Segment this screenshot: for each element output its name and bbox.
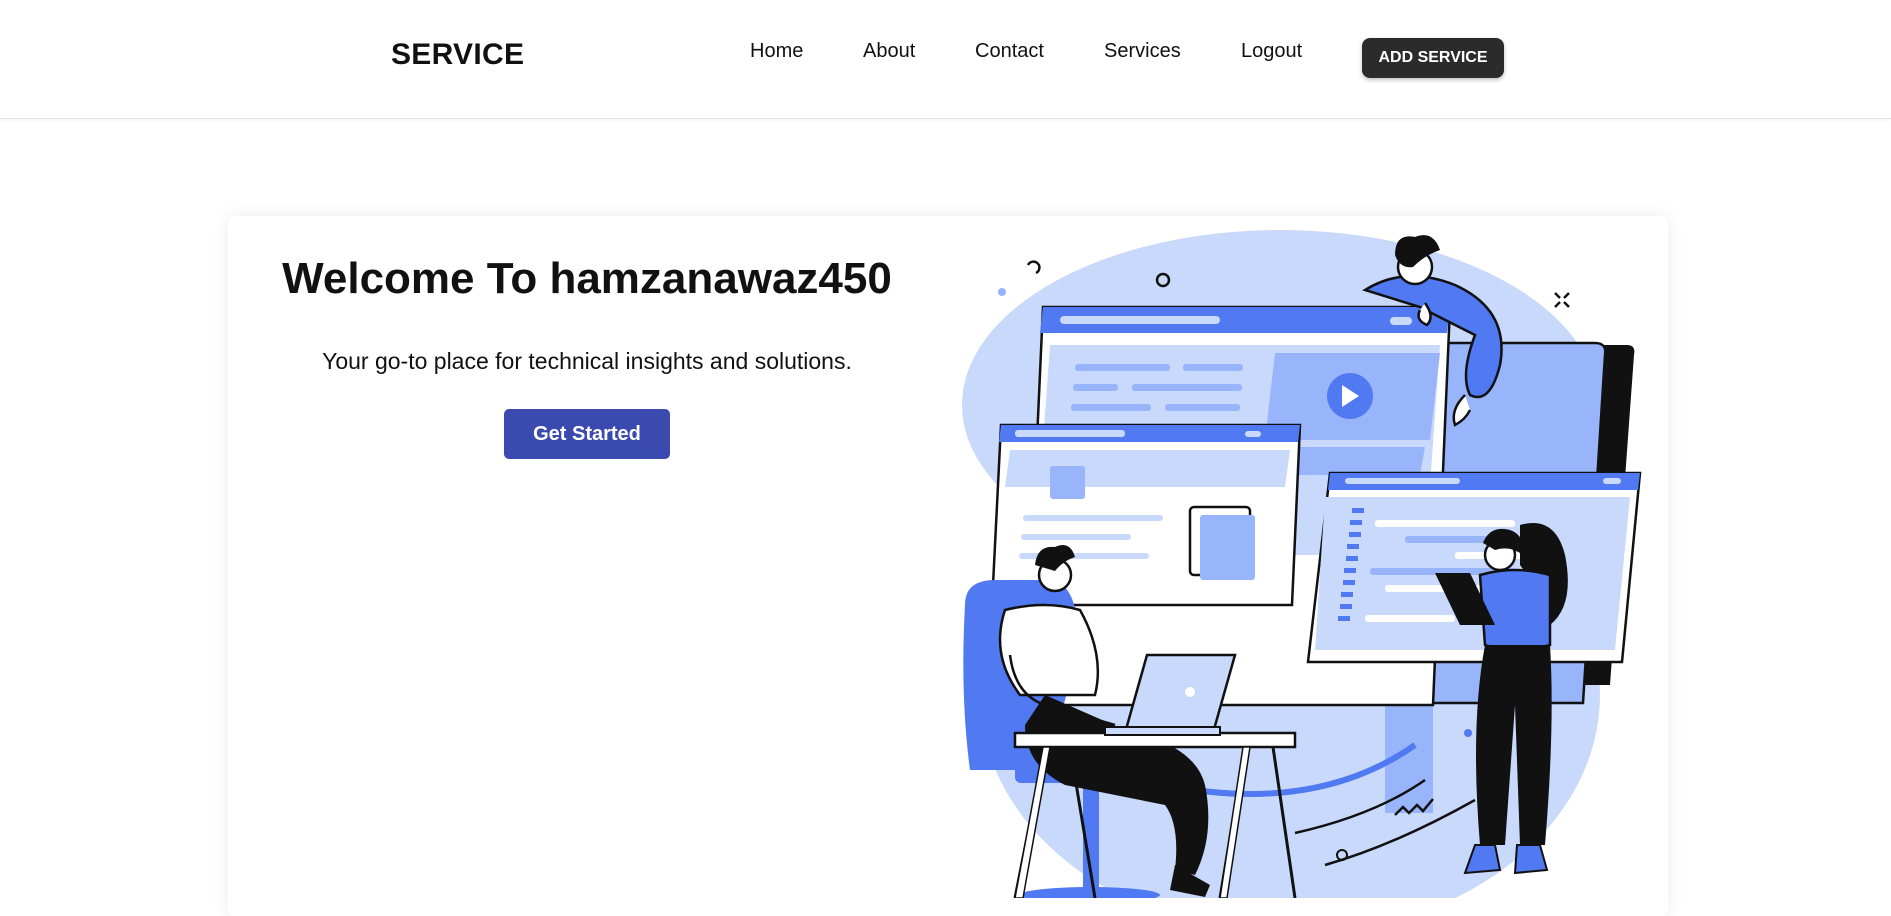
team-working-on-web-screens-illustration: [955, 225, 1655, 916]
floor-dot: [1464, 729, 1472, 737]
add-service-button[interactable]: ADD SERVICE: [1362, 38, 1504, 78]
nav-link-home[interactable]: Home: [750, 40, 803, 63]
illustration-svg: [962, 230, 1642, 916]
sparkle-icon: [1554, 292, 1570, 308]
hero-title: Welcome To hamzanawaz450: [282, 254, 892, 303]
nav-link-contact[interactable]: Contact: [975, 40, 1044, 63]
deco-arc: [1026, 260, 1041, 275]
navbar: SERVICE Home About Contact Services Logo…: [0, 0, 1891, 119]
brand-logo[interactable]: SERVICE: [391, 38, 524, 72]
hero-subtitle: Your go-to place for technical insights …: [322, 348, 852, 374]
deco-dot: [998, 288, 1006, 296]
nav-link-logout[interactable]: Logout: [1241, 40, 1302, 63]
browser-window-right: [1306, 471, 1642, 664]
nav-link-services[interactable]: Services: [1104, 40, 1181, 63]
get-started-button[interactable]: Get Started: [504, 409, 670, 459]
nav-link-about[interactable]: About: [863, 40, 915, 63]
